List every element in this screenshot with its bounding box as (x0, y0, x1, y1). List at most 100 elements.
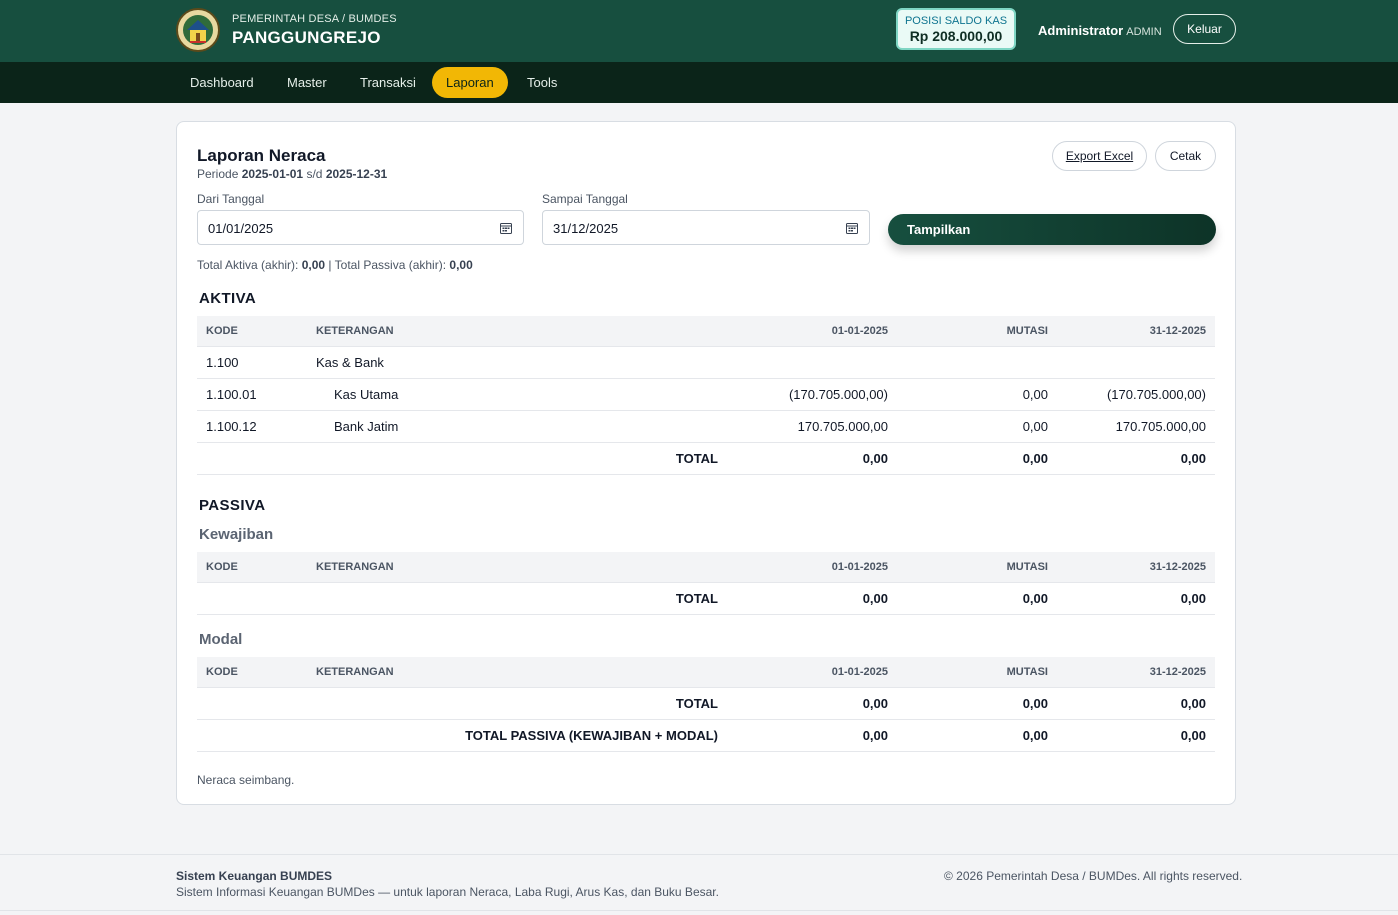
total-end: 0,00 (1057, 581, 1215, 615)
total-end: 0,00 (1057, 441, 1215, 475)
footer-copyright: © 2026 Pemerintah Desa / BUMDes. All rig… (944, 869, 1243, 883)
logout-button[interactable]: Keluar (1173, 14, 1236, 44)
footer-title: Sistem Keuangan BUMDES (176, 869, 333, 883)
cash-balance-value: Rp 208.000,00 (909, 28, 1003, 44)
cell-end: (170.705.000,00) (1057, 377, 1215, 410)
table-header-row: KODE KETERANGAN 01-01-2025 MUTASI 31-12-… (197, 657, 1215, 687)
col-end: 31-12-2025 (1057, 552, 1215, 582)
summary-passiva-label: Total Passiva (akhir): (334, 258, 447, 272)
total-mutasi: 0,00 (897, 581, 1057, 615)
grand-total-mutasi: 0,00 (897, 718, 1057, 752)
show-report-button[interactable]: Tampilkan (888, 214, 1216, 245)
balance-note: Neraca seimbang. (197, 773, 295, 787)
kewajiban-table: KODE KETERANGAN 01-01-2025 MUTASI 31-12-… (197, 552, 1215, 615)
aktiva-table: KODE KETERANGAN 01-01-2025 MUTASI 31-12-… (197, 316, 1215, 475)
total-row: TOTAL 0,00 0,00 0,00 (197, 441, 1215, 475)
aktiva-heading: AKTIVA (199, 290, 257, 307)
table-row: 1.100.01 Kas Utama (170.705.000,00) 0,00… (197, 377, 1215, 410)
calendar-icon[interactable] (846, 222, 858, 234)
cell-mutasi: 0,00 (897, 409, 1057, 442)
footer-description: Sistem Informasi Keuangan BUMDes — untuk… (176, 885, 719, 899)
col-end: 31-12-2025 (1057, 316, 1215, 346)
totals-summary: Total Aktiva (akhir): 0,00 | Total Passi… (197, 258, 473, 272)
col-kode: KODE (197, 316, 307, 346)
total-start: 0,00 (727, 581, 897, 615)
col-start: 01-01-2025 (727, 552, 897, 582)
cell-start: (170.705.000,00) (727, 377, 897, 410)
cell-mutasi: 0,00 (897, 377, 1057, 410)
col-mutasi: MUTASI (897, 552, 1057, 582)
cash-balance-label: POSISI SALDO KAS (904, 15, 1008, 27)
cell-end (1057, 345, 1215, 378)
cell-keterangan: Kas Utama (307, 377, 727, 410)
total-row: TOTAL 0,00 0,00 0,00 (197, 581, 1215, 615)
grand-total-start: 0,00 (727, 718, 897, 752)
calendar-icon[interactable] (500, 222, 512, 234)
total-start: 0,00 (727, 686, 897, 719)
cell-end: 170.705.000,00 (1057, 409, 1215, 442)
table-row: 1.100.12 Bank Jatim 170.705.000,00 0,00 … (197, 409, 1215, 442)
col-mutasi: MUTASI (897, 657, 1057, 687)
export-excel-button[interactable]: Export Excel (1052, 141, 1147, 171)
modal-table: KODE KETERANGAN 01-01-2025 MUTASI 31-12-… (197, 657, 1215, 752)
page-footer: Sistem Keuangan BUMDES Sistem Informasi … (0, 854, 1398, 911)
grand-total-row: TOTAL PASSIVA (KEWAJIBAN + MODAL) 0,00 0… (197, 718, 1215, 752)
grand-total-end: 0,00 (1057, 718, 1215, 752)
total-mutasi: 0,00 (897, 441, 1057, 475)
col-keterangan: KETERANGAN (307, 552, 727, 582)
kewajiban-heading: Kewajiban (199, 526, 274, 543)
nav-item-transaksi[interactable]: Transaksi (346, 67, 430, 98)
user-role: ADMIN (1126, 26, 1162, 38)
table-row: 1.100 Kas & Bank (197, 345, 1215, 378)
from-date-value: 01/01/2025 (208, 221, 274, 236)
total-start: 0,00 (727, 441, 897, 475)
col-keterangan: KETERANGAN (307, 657, 727, 687)
cell-start: 170.705.000,00 (727, 409, 897, 442)
total-row: TOTAL 0,00 0,00 0,00 (197, 686, 1215, 719)
report-period: Periode 2025-01-01 s/d 2025-12-31 (197, 167, 387, 181)
summary-passiva-value: 0,00 (449, 258, 473, 272)
total-label: TOTAL (197, 441, 727, 475)
brand-title: PANGGUNGREJO (232, 28, 381, 47)
total-label: TOTAL (197, 686, 727, 719)
col-kode: KODE (197, 657, 307, 687)
user-name: Administrator (1038, 23, 1124, 38)
col-keterangan: KETERANGAN (307, 316, 727, 346)
nav-item-master[interactable]: Master (273, 67, 341, 98)
nav-item-laporan[interactable]: Laporan (432, 67, 508, 98)
main-nav: Dashboard Master Transaksi Laporan Tools (0, 62, 1398, 103)
grand-total-label: TOTAL PASSIVA (KEWAJIBAN + MODAL) (197, 718, 727, 752)
col-kode: KODE (197, 552, 307, 582)
user-info: Administrator ADMIN (1038, 23, 1162, 38)
summary-aktiva-value: 0,00 (301, 258, 326, 272)
col-start: 01-01-2025 (727, 657, 897, 687)
cash-balance-badge: POSISI SALDO KAS Rp 208.000,00 (896, 8, 1016, 50)
nav-item-dashboard[interactable]: Dashboard (176, 67, 268, 98)
period-start: 2025-01-01 (241, 167, 304, 181)
cell-kode: 1.100.12 (197, 409, 307, 442)
summary-separator: | (328, 258, 332, 272)
from-date-input[interactable]: 01/01/2025 (197, 210, 524, 245)
to-date-label: Sampai Tanggal (542, 192, 628, 206)
passiva-heading: PASSIVA (199, 497, 266, 514)
cell-kode: 1.100 (197, 345, 307, 378)
total-mutasi: 0,00 (897, 686, 1057, 719)
report-card: Laporan Neraca Periode 2025-01-01 s/d 20… (176, 121, 1236, 805)
nav-item-tools[interactable]: Tools (513, 67, 571, 98)
cell-mutasi (897, 345, 1057, 378)
table-header-row: KODE KETERANGAN 01-01-2025 MUTASI 31-12-… (197, 552, 1215, 582)
total-label: TOTAL (197, 581, 727, 615)
summary-aktiva-label: Total Aktiva (akhir): (197, 258, 299, 272)
col-mutasi: MUTASI (897, 316, 1057, 346)
cell-kode: 1.100.01 (197, 377, 307, 410)
total-end: 0,00 (1057, 686, 1215, 719)
period-prefix: Periode (197, 167, 239, 181)
cell-start (727, 345, 897, 378)
to-date-input[interactable]: 31/12/2025 (542, 210, 870, 245)
print-button[interactable]: Cetak (1155, 141, 1216, 171)
cell-keterangan: Bank Jatim (307, 409, 727, 442)
page-title: Laporan Neraca (197, 146, 326, 165)
period-separator: s/d (306, 167, 323, 181)
brand-subtitle: PEMERINTAH DESA / BUMDES (232, 13, 397, 25)
cell-keterangan: Kas & Bank (307, 345, 727, 378)
